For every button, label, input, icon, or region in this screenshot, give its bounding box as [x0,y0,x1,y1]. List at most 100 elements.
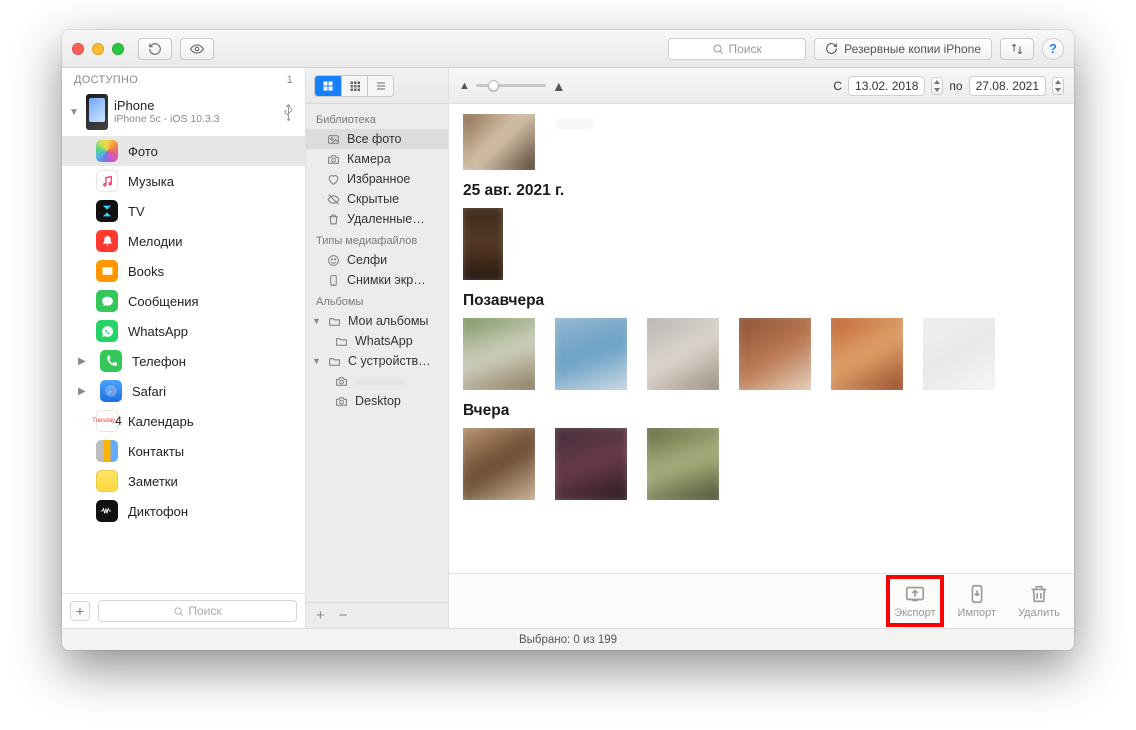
slider-track[interactable] [476,84,546,87]
refresh-icon [148,42,162,56]
help-button[interactable]: ? [1042,38,1064,60]
add-button[interactable]: + [70,601,90,621]
minimize-window[interactable] [92,43,104,55]
section-title: 25 авг. 2021 г. [463,182,1060,200]
disclosure-icon[interactable]: ▶ [78,356,88,367]
device-row[interactable]: ▼ iPhone iPhone 5c - iOS 10.3.3 [62,90,305,134]
transfer-icon [1010,42,1024,56]
photo-thumbnail[interactable] [739,318,811,390]
disclosure-icon[interactable]: ▼ [312,356,320,366]
sidebar-item-tv[interactable]: TV [62,196,305,226]
content-area: ▲ ▲ С 13.02. 2018 по 27.08. 2021 ——— [449,68,1074,628]
photo-thumbnail[interactable] [555,428,627,500]
remove-album-button[interactable]: − [339,607,348,624]
camera-icon [334,374,348,388]
lib-hidden[interactable]: Скрытые [306,189,448,209]
window-controls [72,43,124,55]
import-button[interactable]: Импорт [958,583,996,619]
sidebar-item-phone[interactable]: ▶Телефон [62,346,305,376]
trash-icon [1028,583,1050,605]
slider-thumb[interactable] [488,80,499,91]
photo-thumbnail[interactable] [831,318,903,390]
album-desktop[interactable]: Desktop [306,391,448,411]
photo-thumbnail[interactable] [463,428,535,500]
whatsapp-icon [96,320,118,342]
album-blurred[interactable]: ———— [306,371,448,391]
search-placeholder: Поиск [728,42,761,56]
section-title: Вчера [463,402,1060,420]
photo-thumbnail[interactable] [923,318,995,390]
backups-button[interactable]: Резервные копии iPhone [814,38,992,60]
folder-icon [327,354,341,368]
sidebar-item-messages[interactable]: Сообщения [62,286,305,316]
search-icon [173,606,184,617]
date-from-stepper[interactable] [931,77,943,95]
photo-thumbnail[interactable] [647,428,719,500]
messages-icon [96,290,118,312]
view-grid-button[interactable] [315,76,341,96]
transfer-button[interactable] [1000,38,1034,60]
thumbnail-size-slider[interactable]: ▲ ▲ [459,78,566,94]
sidebar-item-safari[interactable]: ▶Safari [62,376,305,406]
disclosure-icon[interactable]: ▶ [78,386,88,397]
sidebar-item-voice[interactable]: Диктофон [62,496,305,526]
safari-icon [100,380,122,402]
trash-icon [326,212,340,226]
album-from-device[interactable]: ▼С устройств… [306,351,448,371]
close-window[interactable] [72,43,84,55]
date-to-field[interactable]: 27.08. 2021 [969,76,1046,96]
app-window: Поиск Резервные копии iPhone ? ДОСТУПНО … [62,30,1074,650]
add-album-button[interactable]: + [316,607,325,624]
photo-thumbnail[interactable] [463,318,535,390]
content-footer: Экспорт Импорт Удалить [449,573,1074,628]
date-to-stepper[interactable] [1052,77,1064,95]
quicklook-button[interactable] [180,38,214,60]
date-range: С 13.02. 2018 по 27.08. 2021 [833,76,1064,96]
sidebar-item-ringtones[interactable]: Мелодии [62,226,305,256]
folder-icon [327,314,341,328]
sidebar-item-calendar[interactable]: Tuesday4Календарь [62,406,305,436]
usb-icon [282,103,295,121]
sidebar-item-contacts[interactable]: Контакты [62,436,305,466]
delete-button[interactable]: Удалить [1018,583,1060,619]
library-header: Библиотека [306,108,448,129]
sidebar-item-whatsapp[interactable]: WhatsApp [62,316,305,346]
sidebar-item-photos[interactable]: Фото [62,136,305,166]
media-selfie[interactable]: Селфи [306,250,448,270]
eye-icon [190,42,204,56]
device-disclosure[interactable]: ▼ [68,107,80,118]
heart-icon [326,172,340,186]
album-whatsapp[interactable]: WhatsApp [306,331,448,351]
photo-gallery: ——— 25 авг. 2021 г. Позавчера Вчера [449,104,1074,573]
export-button[interactable]: Экспорт [894,583,935,619]
sidebar-search[interactable]: Поиск [98,600,297,622]
device-thumbnail [86,94,108,130]
photo-thumbnail[interactable] [647,318,719,390]
sidebar-item-books[interactable]: Books [62,256,305,286]
refresh-button[interactable] [138,38,172,60]
import-icon [966,583,988,605]
phone-icon [100,350,122,372]
lib-all-photos[interactable]: Все фото [306,129,448,149]
global-search[interactable]: Поиск [668,38,806,60]
view-small-grid-button[interactable] [341,76,367,96]
camera-icon [326,152,340,166]
sidebar-item-music[interactable]: Музыка [62,166,305,196]
sidebar-item-notes[interactable]: Заметки [62,466,305,496]
view-list-button[interactable] [367,76,393,96]
date-from-field[interactable]: 13.02. 2018 [848,76,925,96]
view-mode-segment [314,75,394,97]
photo-thumbnail[interactable] [463,208,503,280]
camera-icon [334,394,348,408]
titlebar: Поиск Резервные копии iPhone ? [62,30,1074,68]
disclosure-icon[interactable]: ▼ [312,316,320,326]
lib-deleted[interactable]: Удаленные… [306,209,448,229]
photo-thumbnail[interactable] [555,318,627,390]
sidebar-footer: + Поиск [62,593,305,628]
lib-camera[interactable]: Камера [306,149,448,169]
photo-thumbnail[interactable] [463,114,535,170]
zoom-window[interactable] [112,43,124,55]
lib-favorites[interactable]: Избранное [306,169,448,189]
album-my-albums[interactable]: ▼Мои альбомы [306,311,448,331]
media-screenshots[interactable]: Снимки экр… [306,270,448,290]
